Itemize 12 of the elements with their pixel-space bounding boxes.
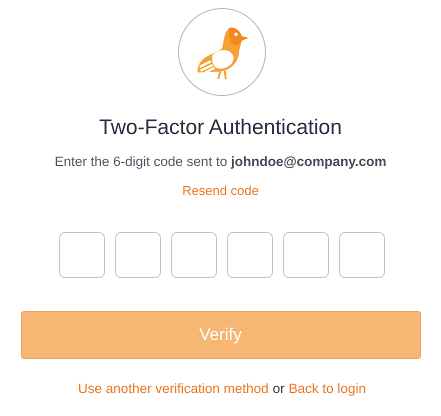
code-digit-field[interactable] xyxy=(227,232,273,278)
code-digit-field[interactable] xyxy=(59,232,105,278)
instruction-text: Enter the 6-digit code sent to johndoe@company.com xyxy=(54,154,386,169)
code-digit-field[interactable] xyxy=(339,232,385,278)
code-digit-field[interactable] xyxy=(283,232,329,278)
alternate-method-link[interactable]: Use another verification method xyxy=(78,381,269,396)
code-digit-field[interactable] xyxy=(115,232,161,278)
code-digit-field[interactable] xyxy=(171,232,217,278)
back-to-login-link[interactable]: Back to login xyxy=(288,381,366,396)
resend-link[interactable]: Resend code xyxy=(182,183,259,198)
page-title: Two-Factor Authentication xyxy=(99,116,342,140)
separator-text: or xyxy=(272,381,285,396)
